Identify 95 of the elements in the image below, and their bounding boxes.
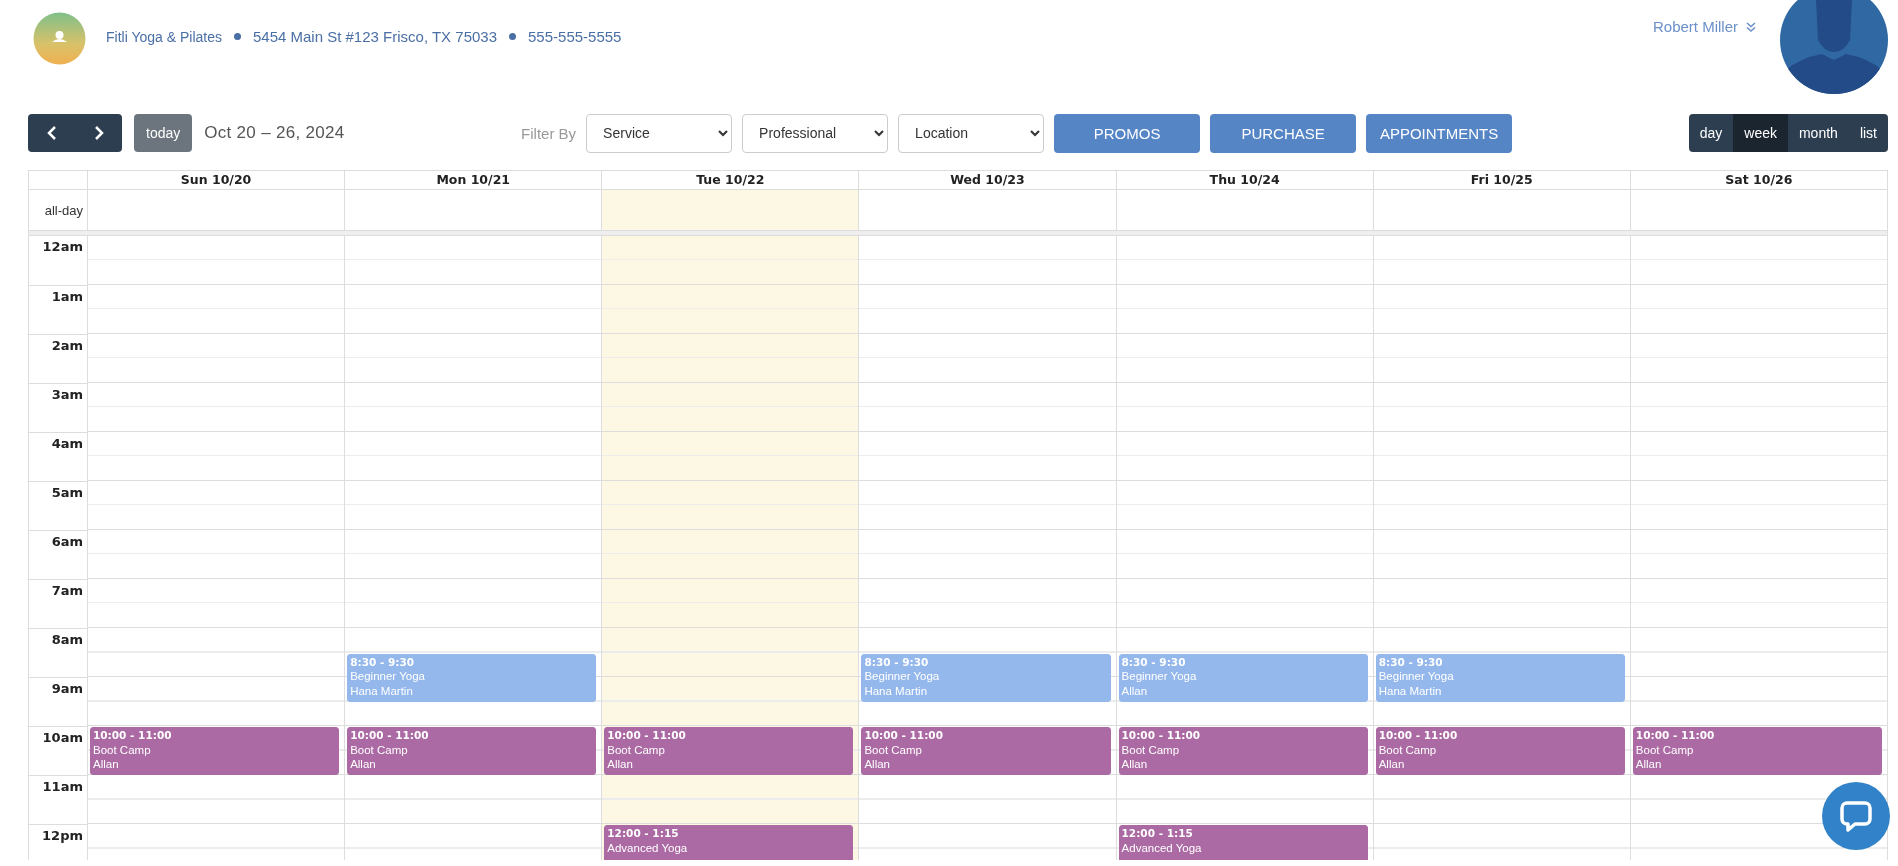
hour-label: 4am [51, 436, 83, 451]
event-block[interactable]: 8:30 - 9:30 Beginner Yoga Hana Martin [347, 653, 597, 702]
date-range: Oct 20 – 26, 2024 [204, 123, 345, 143]
view-tab[interactable]: month [1787, 114, 1849, 152]
hour-label: 5am [51, 485, 83, 500]
hour-label: 7am [51, 583, 83, 598]
event-time: 8:30 - 9:30 [1378, 654, 1444, 669]
business-address: 5454 Main St #123 Frisco, TX 75033 [252, 28, 497, 45]
hour-label: 10am [42, 730, 83, 745]
event-block[interactable]: 12:00 - 1:15 Advanced Yoga [1118, 825, 1368, 860]
event-block[interactable]: 8:30 - 9:30 Beginner Yoga Allan [1118, 653, 1368, 702]
event-block[interactable]: 10:00 - 11:00 Boot Camp Allan [861, 727, 1111, 775]
day-header: Mon 10/21 [344, 171, 602, 189]
user-menu[interactable]: Robert Miller [1652, 18, 1756, 35]
day-header: Wed 10/23 [858, 171, 1116, 189]
today-button[interactable]: today [134, 114, 193, 152]
chevron-right-icon [93, 126, 104, 140]
event-title: Boot Camp [1121, 742, 1181, 757]
event-title: Beginner Yoga [1378, 669, 1455, 684]
event-time: 10:00 - 11:00 [607, 728, 687, 743]
hour-label: 1am [51, 289, 83, 304]
event-block[interactable]: 10:00 - 11:00 Boot Camp Allan [1118, 727, 1368, 775]
day-header: Thu 10/24 [1115, 171, 1373, 189]
view-tab[interactable]: week [1733, 114, 1788, 152]
event-instructor: Hana Martin [1378, 683, 1443, 698]
event-time: 12:00 - 1:15 [607, 826, 680, 841]
event-instructor: Allan [93, 757, 120, 772]
event-instructor: Hana Martin [864, 683, 929, 698]
hour-label: 3am [51, 387, 83, 402]
event-title: Boot Camp [350, 742, 409, 757]
hour-label: 2am [51, 338, 83, 353]
business-name: Fitli Yoga & Pilates [106, 28, 222, 45]
event-instructor: Allan [1635, 757, 1663, 772]
event-title: Boot Camp [1378, 742, 1438, 757]
day-header: Fri 10/25 [1372, 171, 1630, 189]
event-block[interactable]: 10:00 - 11:00 Boot Camp Allan [604, 727, 854, 775]
all-day-label: all-day [43, 201, 84, 220]
separator-dot [233, 33, 241, 40]
event-block[interactable]: 10:00 - 11:00 Boot Camp Allan [1375, 727, 1625, 775]
chevron-left-icon [46, 126, 57, 140]
action-button[interactable]: APPOINTMENTS [1366, 113, 1513, 153]
hour-label: 9am [51, 681, 83, 696]
hour-label: 8am [51, 632, 83, 647]
hour-label: 11am [42, 779, 83, 794]
filter-select[interactable]: Professional [742, 113, 889, 153]
filter-select[interactable]: Service [586, 113, 733, 153]
event-block[interactable]: 10:00 - 11:00 Boot Camp Allan [90, 727, 340, 775]
phone-number: 555-555-5555 [528, 28, 622, 45]
action-button[interactable]: PROMOS [1054, 113, 1201, 153]
speech-bubble-icon [1839, 799, 1873, 833]
event-block[interactable]: 8:30 - 9:30 Beginner Yoga Hana Martin [1375, 653, 1625, 702]
event-title: Boot Camp [607, 742, 666, 757]
day-header: Tue 10/22 [601, 171, 859, 189]
day-header: Sat 10/26 [1629, 171, 1887, 189]
hour-label: 12am [42, 239, 83, 254]
event-title: Beginner Yoga [864, 669, 941, 684]
double-chevron-icon [1746, 21, 1756, 32]
event-time: 10:00 - 11:00 [864, 728, 944, 743]
view-tab[interactable]: list [1848, 114, 1888, 152]
view-tab[interactable]: day [1688, 114, 1734, 152]
event-instructor: Hana Martin [350, 683, 414, 698]
event-time: 8:30 - 9:30 [350, 654, 416, 669]
event-block[interactable]: 12:00 - 1:15 Advanced Yoga [604, 825, 854, 860]
event-time: 10:00 - 11:00 [93, 728, 173, 743]
event-title: Advanced Yoga [607, 840, 689, 855]
event-title: Beginner Yoga [350, 669, 426, 684]
separator-dot [509, 33, 516, 40]
event-title: Boot Camp [1635, 742, 1695, 757]
event-instructor: Allan [350, 757, 377, 772]
event-title: Boot Camp [93, 742, 152, 757]
event-time: 8:30 - 9:30 [1121, 654, 1187, 669]
event-time: 10:00 - 11:00 [1378, 728, 1459, 743]
event-title: Beginner Yoga [1121, 669, 1198, 684]
event-block[interactable]: 10:00 - 11:00 Boot Camp Allan [1632, 727, 1882, 775]
hour-label: 6am [51, 534, 83, 549]
event-time: 10:00 - 11:00 [1635, 728, 1716, 743]
event-time: 10:00 - 11:00 [1121, 728, 1202, 743]
event-time: 10:00 - 11:00 [350, 728, 430, 743]
day-header: Sun 10/20 [87, 171, 345, 189]
logo-icon [33, 12, 86, 65]
hour-label: 12pm [42, 828, 83, 843]
event-block[interactable]: 10:00 - 11:00 Boot Camp Allan [347, 727, 597, 775]
event-title: Advanced Yoga [1121, 840, 1203, 855]
event-instructor: Allan [607, 757, 634, 772]
event-block[interactable]: 8:30 - 9:30 Beginner Yoga Hana Martin [861, 653, 1111, 702]
event-time: 12:00 - 1:15 [1121, 826, 1194, 841]
event-title: Boot Camp [864, 742, 923, 757]
filter-label: Filter By [521, 124, 577, 142]
event-instructor: Allan [1121, 757, 1149, 772]
filter-select[interactable]: Location [898, 113, 1045, 153]
event-instructor: Allan [1121, 683, 1149, 698]
action-button[interactable]: PURCHASE [1210, 113, 1357, 153]
event-instructor: Allan [864, 757, 891, 772]
event-time: 8:30 - 9:30 [864, 654, 930, 669]
event-instructor: Allan [1378, 757, 1406, 772]
